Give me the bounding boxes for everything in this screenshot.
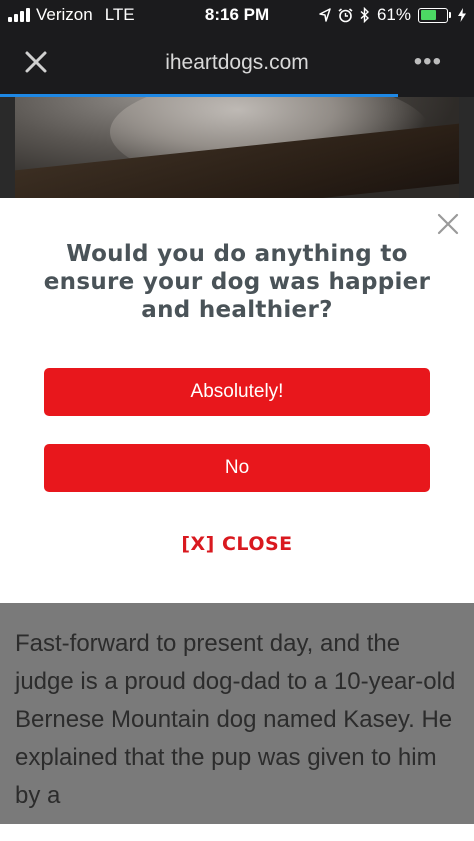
- article-image: [0, 97, 474, 198]
- bluetooth-icon: [360, 7, 369, 23]
- status-icons: 61%: [319, 5, 466, 25]
- article-body: Fast-forward to present day, and the jud…: [0, 603, 474, 824]
- browser-nav-bar: iheartdogs.com •••: [0, 32, 474, 94]
- alarm-icon: [338, 7, 353, 22]
- close-link[interactable]: [X] CLOSE: [0, 533, 474, 555]
- modal-question: Would you do anything to ensure your dog…: [43, 241, 431, 323]
- close-icon[interactable]: [436, 212, 460, 236]
- absolutely-button[interactable]: Absolutely!: [44, 368, 430, 416]
- no-button[interactable]: No: [44, 444, 430, 492]
- battery-icon: [418, 7, 451, 23]
- charging-icon: [458, 8, 466, 22]
- more-icon[interactable]: •••: [414, 48, 442, 76]
- bottom-strip: [0, 824, 474, 841]
- status-bar: Verizon LTE 8:16 PM 61%: [0, 0, 474, 32]
- page-domain: iheartdogs.com: [165, 51, 309, 74]
- location-icon: [319, 8, 331, 22]
- battery-percent: 61%: [376, 5, 411, 24]
- newsletter-modal: Would you do anything to ensure your dog…: [0, 198, 474, 603]
- article-paragraph: Fast-forward to present day, and the jud…: [15, 630, 456, 809]
